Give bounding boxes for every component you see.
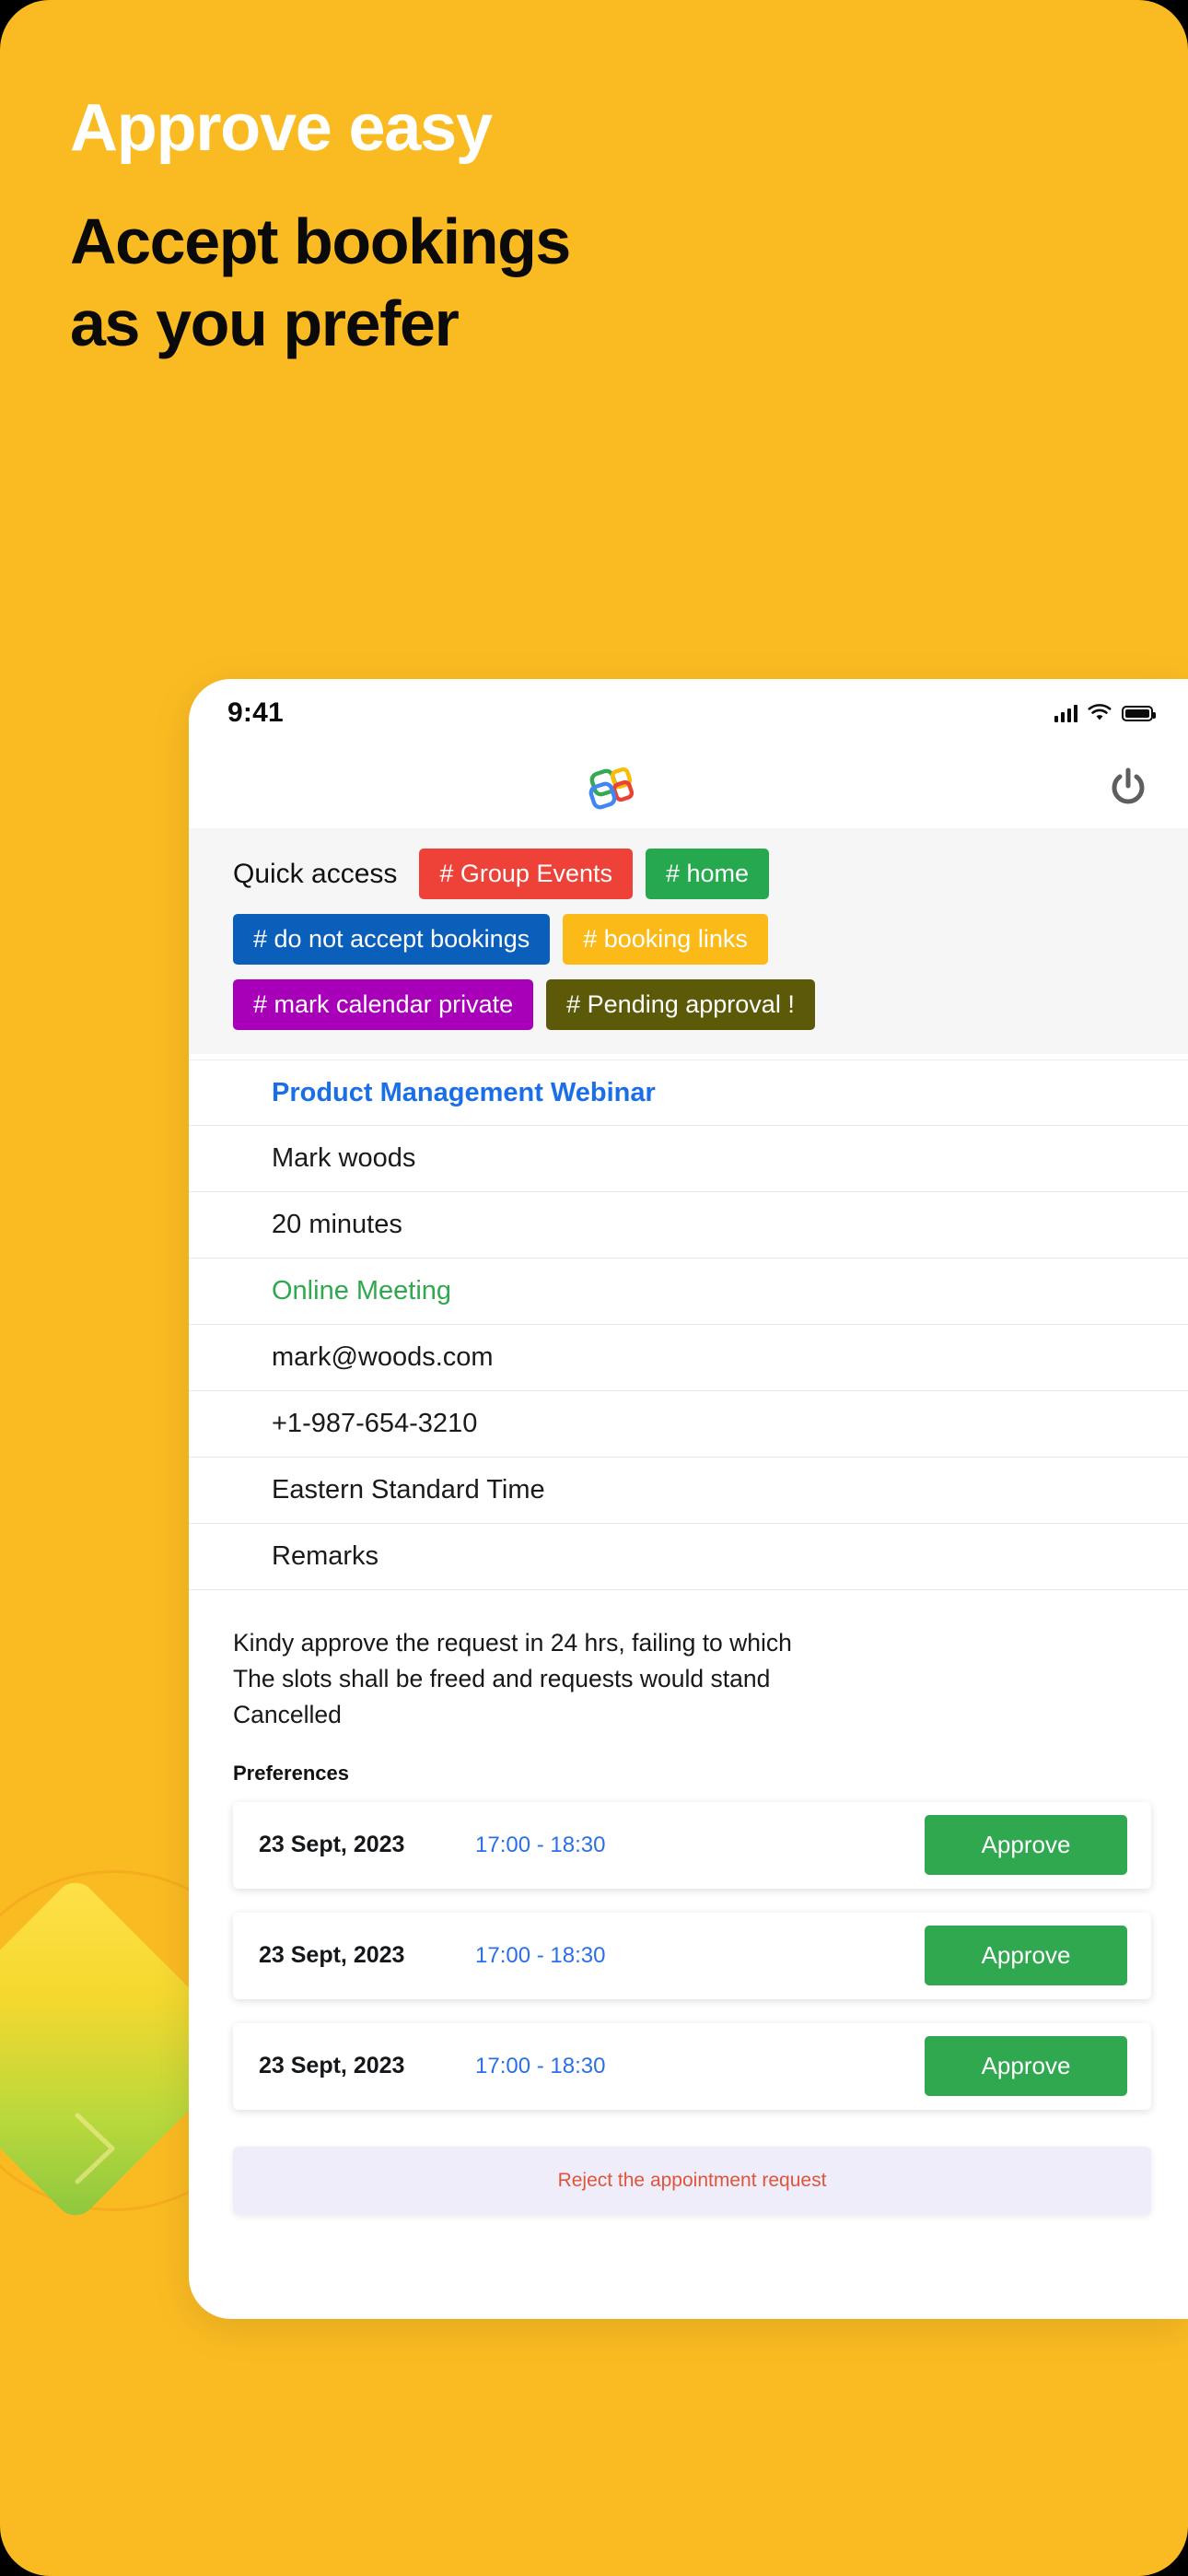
phone-mockup: 9:41 Quick access # Group Events # home … xyxy=(189,679,1188,2319)
cellular-signal-icon xyxy=(1054,704,1077,722)
detail-row-event-title: Product Management Webinar xyxy=(189,1060,1188,1126)
chip-group-events[interactable]: # Group Events xyxy=(419,849,633,899)
chip-do-not-accept-bookings[interactable]: # do not accept bookings xyxy=(233,914,551,965)
note-line-2: The slots shall be freed and requests wo… xyxy=(233,1665,771,1693)
app-bar xyxy=(189,747,1188,828)
approve-button[interactable]: Approve xyxy=(925,1926,1127,1986)
battery-full-icon xyxy=(1122,705,1156,721)
booking-detail-list: Product Management Webinar Mark woods 20… xyxy=(189,1054,1188,1590)
poster-canvas: Approve easy Accept bookings as you pref… xyxy=(0,0,1188,2576)
chip-pending-approval[interactable]: # Pending approval ! xyxy=(546,979,815,1030)
detail-row-meeting-mode: Online Meeting xyxy=(189,1259,1188,1325)
poster-headline: Approve easy Accept bookings as you pref… xyxy=(70,88,991,366)
reject-request-button[interactable]: Reject the appointment request xyxy=(233,2146,1151,2215)
detail-row-duration: 20 minutes xyxy=(189,1192,1188,1259)
preference-time: 17:00 - 18:30 xyxy=(475,1942,606,1968)
chevron-right-icon xyxy=(72,2110,120,2187)
chip-booking-links[interactable]: # booking links xyxy=(563,914,768,965)
preference-time: 17:00 - 18:30 xyxy=(475,2053,606,2078)
chip-home[interactable]: # home xyxy=(646,849,770,899)
detail-row-name: Mark woods xyxy=(189,1126,1188,1192)
detail-row-phone: +1-987-654-3210 xyxy=(189,1391,1188,1458)
quick-access-panel: Quick access # Group Events # home # do … xyxy=(189,828,1188,1054)
preferences-list: 23 Sept, 2023 17:00 - 18:30 Approve 23 S… xyxy=(189,1786,1188,2134)
approval-note: Kindy approve the request in 24 hrs, fai… xyxy=(189,1590,1188,1734)
status-bar-icons xyxy=(1054,704,1156,722)
preference-row[interactable]: 23 Sept, 2023 17:00 - 18:30 Approve xyxy=(233,1801,1151,1889)
wifi-icon xyxy=(1088,704,1112,722)
quick-access-label: Quick access xyxy=(233,858,398,889)
detail-row-email: mark@woods.com xyxy=(189,1325,1188,1391)
preference-row[interactable]: 23 Sept, 2023 17:00 - 18:30 Approve xyxy=(233,2022,1151,2110)
power-icon[interactable] xyxy=(1105,765,1151,811)
note-line-1: Kindy approve the request in 24 hrs, fai… xyxy=(233,1629,792,1657)
preference-row[interactable]: 23 Sept, 2023 17:00 - 18:30 Approve xyxy=(233,1912,1151,1999)
quick-access-row-2: # do not accept bookings # booking links xyxy=(189,914,1188,965)
headline-line-2: Accept bookings xyxy=(70,205,571,277)
detail-row-timezone: Eastern Standard Time xyxy=(189,1458,1188,1524)
chip-mark-calendar-private[interactable]: # mark calendar private xyxy=(233,979,534,1030)
quick-access-row-1: Quick access # Group Events # home xyxy=(189,849,1188,899)
headline-line-3: as you prefer xyxy=(70,287,460,360)
note-line-3: Cancelled xyxy=(233,1701,342,1729)
preferences-label: Preferences xyxy=(233,1761,349,1785)
approve-button[interactable]: Approve xyxy=(925,2036,1127,2097)
preference-date: 23 Sept, 2023 xyxy=(259,1832,405,1858)
headline-line-1: Approve easy xyxy=(70,91,493,165)
status-bar: 9:41 xyxy=(189,679,1188,747)
app-logo-icon[interactable] xyxy=(587,761,640,814)
detail-row-remarks: Remarks xyxy=(189,1524,1188,1590)
preference-date: 23 Sept, 2023 xyxy=(259,1942,405,1969)
quick-access-row-3: # mark calendar private # Pending approv… xyxy=(189,979,1188,1030)
approve-button[interactable]: Approve xyxy=(925,1815,1127,1876)
status-bar-time: 9:41 xyxy=(227,697,284,728)
preference-time: 17:00 - 18:30 xyxy=(475,1832,606,1857)
preference-date: 23 Sept, 2023 xyxy=(259,2053,405,2079)
